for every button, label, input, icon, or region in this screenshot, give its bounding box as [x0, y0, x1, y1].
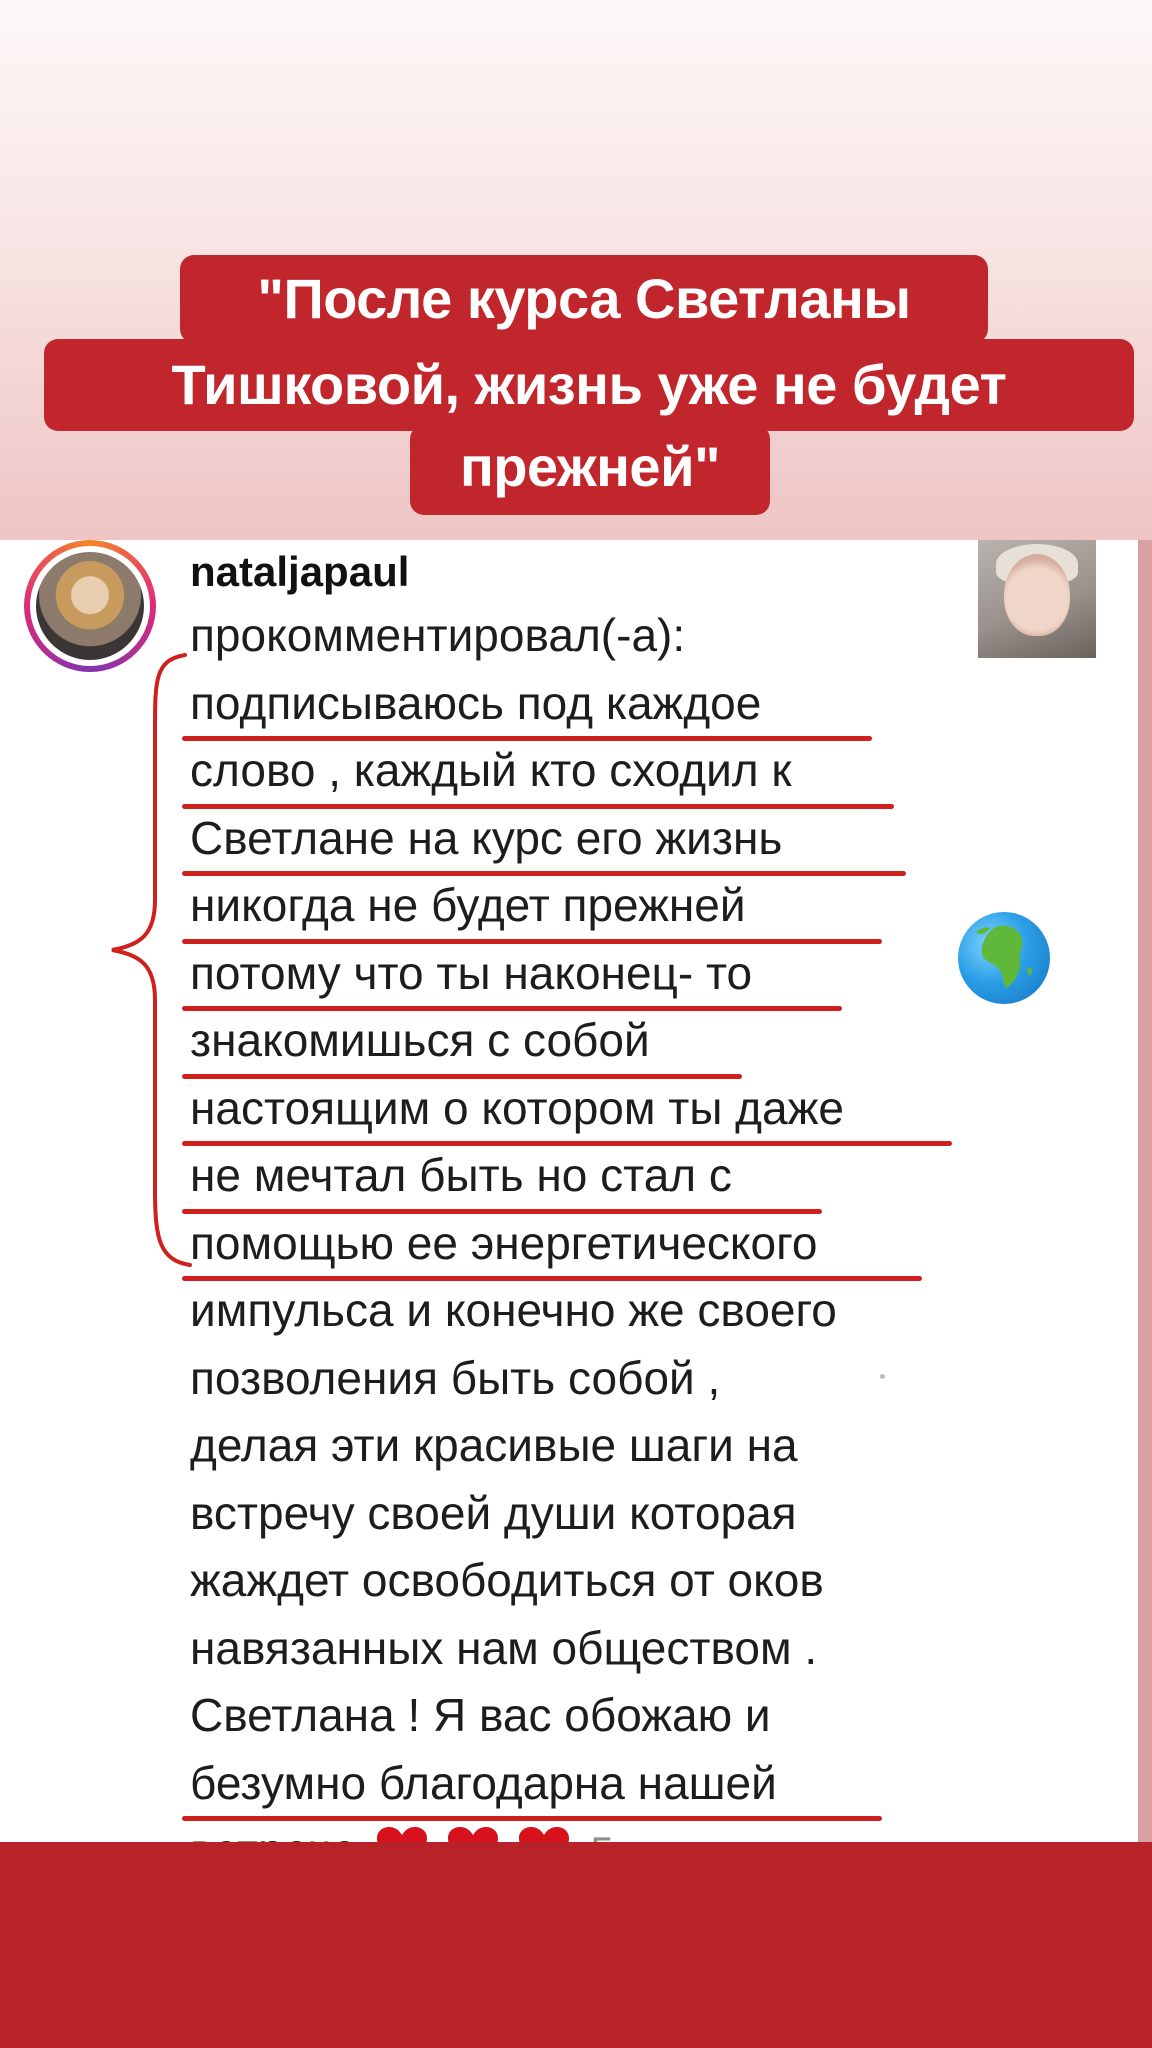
comment-line: подписываюсь под каждое — [182, 670, 950, 741]
username[interactable]: nataljapaul — [190, 548, 409, 596]
comment-line: импульса и конечно же своего — [190, 1284, 837, 1336]
headline-line-2: Тишковой, жизнь уже не будет — [44, 339, 1134, 431]
curly-bracket-annotation — [111, 653, 192, 1267]
comment-line: Светлана ! Я вас обожаю и — [190, 1689, 771, 1741]
comment-line: делая эти красивые шаги на — [190, 1419, 798, 1471]
speck — [880, 1374, 885, 1379]
comment-line: потому что ты наконец- то — [182, 940, 950, 1011]
user-avatar[interactable] — [36, 552, 144, 660]
comment-line: не мечтал быть но стал с — [182, 1142, 950, 1214]
comment-line: знакомишься с собой — [182, 1007, 950, 1079]
post-thumbnail[interactable] — [978, 540, 1096, 658]
comment-line: Светлане на курс его жизнь — [182, 805, 950, 876]
comment-line: навязанных нам обществом . — [190, 1621, 818, 1674]
comment-line: жаждет освободиться от оков — [190, 1554, 824, 1606]
comment-line: слово , каждый кто сходил к — [182, 737, 950, 809]
headline-line-1: "После курса Светланы — [180, 255, 988, 343]
comment-line: помощью ее энергетического — [182, 1210, 950, 1281]
comment-line: настоящим о котором ты даже — [182, 1075, 952, 1146]
comment-line: позволения быть собой , — [190, 1351, 721, 1404]
background-bottom — [0, 1842, 1152, 2048]
comment-line: безумно благодарна нашей — [182, 1750, 950, 1821]
headline-banner: "После курса Светланы Тишковой, жизнь уж… — [0, 255, 1152, 525]
comment-text: прокомментировал(-а): подписываюсь под к… — [182, 602, 952, 1885]
comment-line: встречу своей души которая — [190, 1486, 797, 1539]
comment-line: прокомментировал(-а): — [190, 609, 686, 661]
globe-africa-icon — [958, 912, 1050, 1004]
headline-line-3: прежней" — [410, 425, 770, 515]
comment-line: никогда не будет прежней — [182, 872, 950, 944]
